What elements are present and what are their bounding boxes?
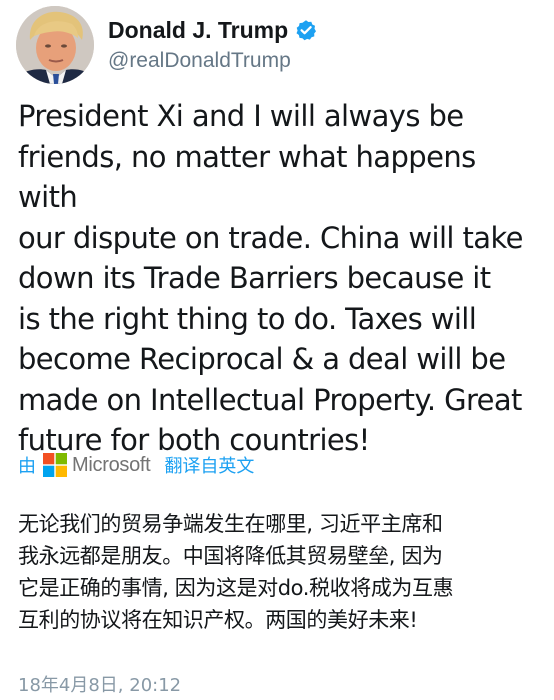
translation-by-label: 由: [18, 456, 36, 477]
tweet-text-line: become Reciprocal & a deal will be: [18, 342, 506, 376]
tweet-text: President Xi and I will always be friend…: [18, 96, 542, 461]
avatar[interactable]: [16, 6, 94, 84]
translated-text-line: 互利的协议将在知识产权。两国的美好未来!: [18, 608, 418, 632]
tweet-text-line: made on Intellectual Property. Great: [18, 382, 522, 417]
translate-toggle-link[interactable]: 翻译自英文: [164, 452, 254, 478]
tweet-header: Donald J. Trump @realDonaldTrump: [16, 6, 546, 86]
translated-text-line: 我永远都是朋友。中国将降低其贸易壁垒, 因为: [18, 544, 443, 568]
tweet-text-line: is the right thing to do. Taxes will: [18, 301, 477, 336]
tweet-text-line: friends, no matter what happens with: [18, 139, 476, 215]
translated-text-line: 它是正确的事情, 因为这是对do.税收将成为互惠: [18, 576, 454, 600]
translated-text-line: 无论我们的贸易争端发生在哪里, 习近平主席和: [18, 512, 443, 536]
translation-attribution: 由 Microsoft 翻译自英文: [18, 450, 254, 480]
name-row: Donald J. Trump: [108, 15, 317, 45]
display-name[interactable]: Donald J. Trump: [108, 17, 288, 44]
avatar-image: [16, 6, 94, 84]
verified-badge-icon: [295, 19, 317, 41]
translation-provider-name: Microsoft: [72, 453, 151, 476]
translated-text: 无论我们的贸易争端发生在哪里, 习近平主席和 我永远都是朋友。中国将降低其贸易壁…: [18, 508, 548, 636]
microsoft-logo-icon: [43, 453, 67, 477]
tweet-text-line: our dispute on trade. China will take: [18, 220, 523, 255]
tweet-text-line: down its Trade Barriers because it: [18, 261, 491, 295]
tweet-timestamp[interactable]: 18年4月8日, 20:12: [18, 671, 181, 697]
tweet-text-line: President Xi and I will always be: [18, 99, 464, 133]
user-handle[interactable]: @realDonaldTrump: [108, 49, 291, 73]
